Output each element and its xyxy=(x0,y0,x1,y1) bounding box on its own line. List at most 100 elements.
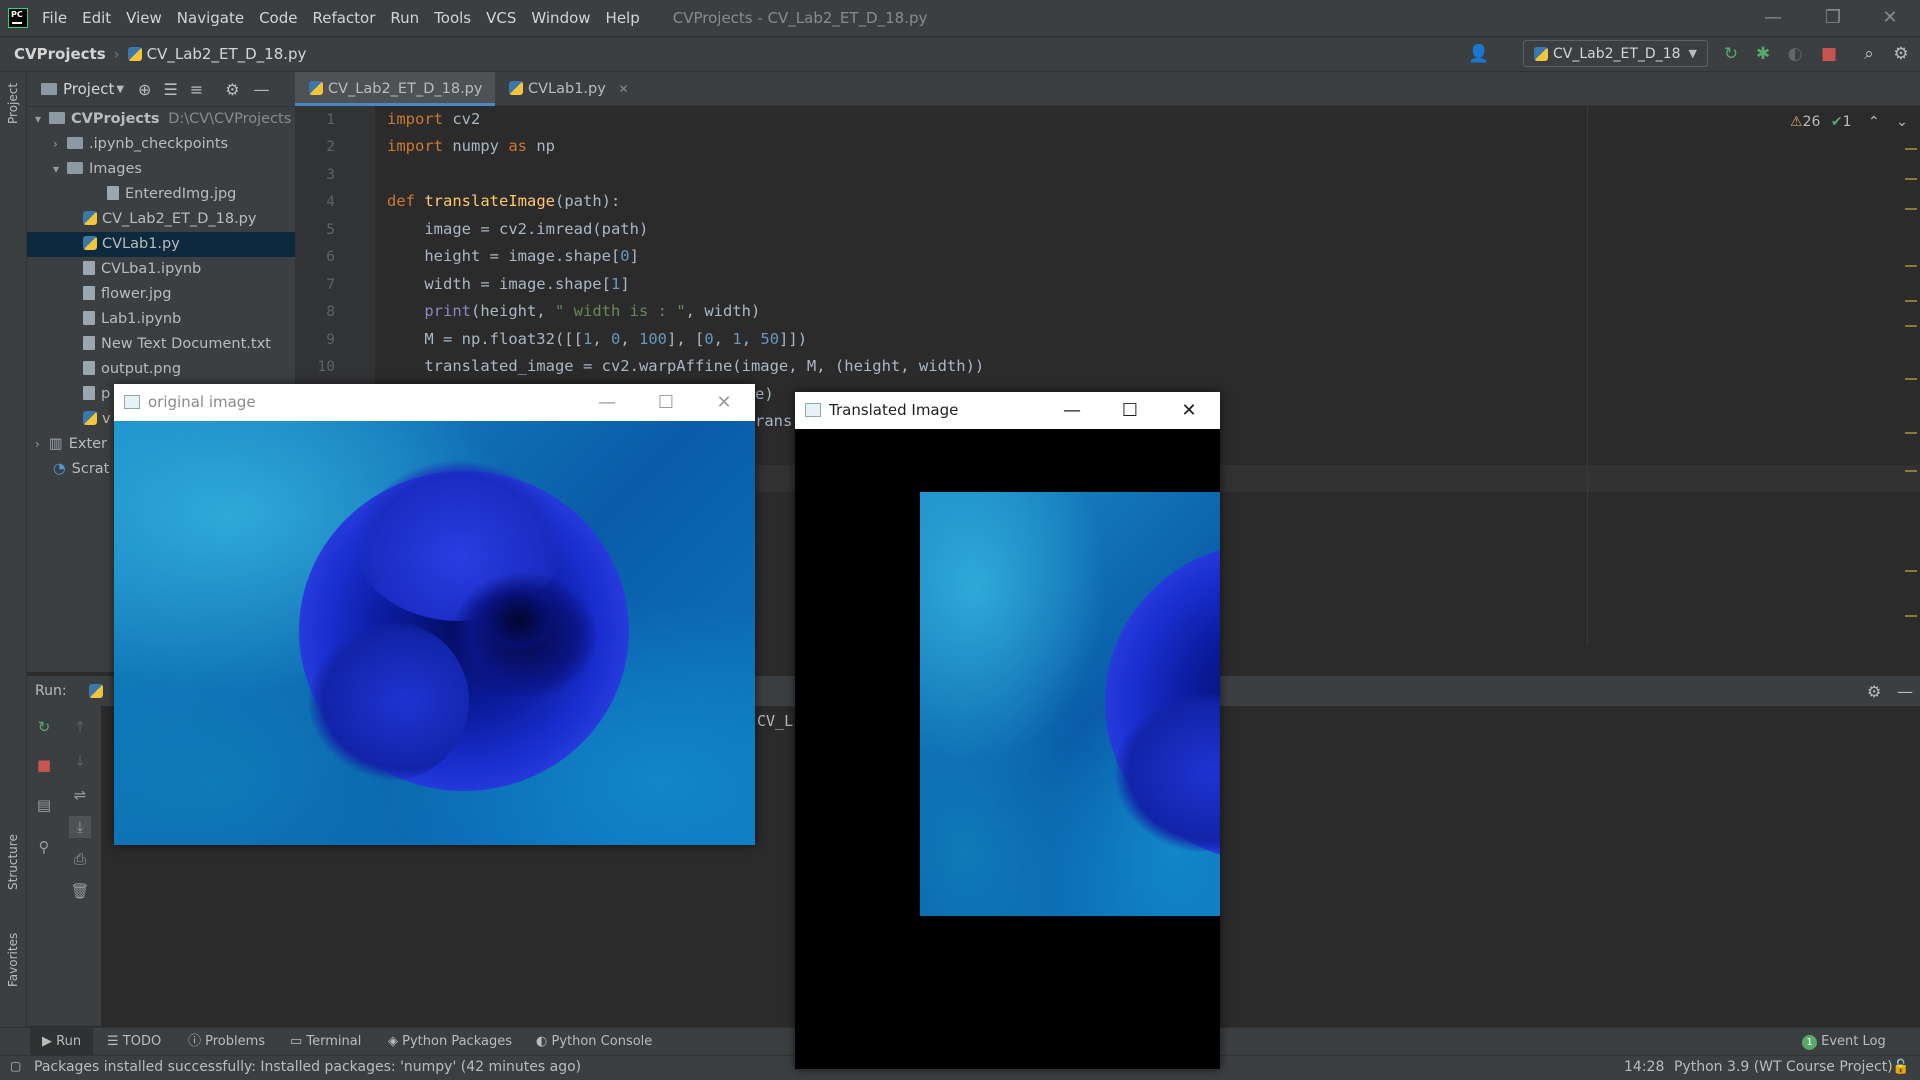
arrow-up-icon[interactable]: ↑ xyxy=(69,716,91,738)
close-button[interactable]: ✕ xyxy=(695,384,753,421)
tool-run[interactable]: ▶ Run xyxy=(30,1028,94,1056)
expand-all-icon[interactable]: ☰ xyxy=(163,80,177,99)
project-tool-tab[interactable]: Project xyxy=(6,83,20,124)
rerun-icon[interactable]: ↻ xyxy=(33,716,55,738)
code-line-7: width = image.shape[1] xyxy=(387,275,630,293)
error-stripe-mark[interactable] xyxy=(1905,432,1917,434)
print-icon[interactable]: ⎙ xyxy=(69,848,91,870)
error-stripe-mark[interactable] xyxy=(1905,265,1917,267)
tool-event-log[interactable]: 1 Event Log xyxy=(1802,1028,1886,1056)
error-stripe-mark[interactable] xyxy=(1905,378,1917,380)
error-stripe-mark[interactable] xyxy=(1905,325,1917,327)
chevron-down-icon[interactable]: ⌄ xyxy=(1896,114,1908,130)
menu-navigate[interactable]: Navigate xyxy=(177,9,244,27)
menu-file[interactable]: File xyxy=(42,9,67,27)
close-button[interactable]: ✕ xyxy=(1160,392,1218,429)
layout-icon[interactable]: ▤ xyxy=(33,794,55,816)
tab-cv-lab2[interactable]: CV_Lab2_ET_D_18.py ✕ xyxy=(295,72,495,130)
breadcrumb-file[interactable]: CV_Lab2_ET_D_18.py xyxy=(147,45,307,63)
menu-window[interactable]: Window xyxy=(531,9,590,27)
user-icon[interactable]: 👤 xyxy=(1468,43,1490,65)
hide-icon[interactable]: — xyxy=(1897,682,1913,701)
list-icon: ☰ xyxy=(107,1034,123,1049)
menu-run[interactable]: Run xyxy=(390,9,419,27)
maximize-button[interactable]: ☐ xyxy=(637,384,695,421)
rerun-icon[interactable]: ↻ xyxy=(1720,43,1742,65)
error-stripe-mark[interactable] xyxy=(1905,570,1917,572)
tool-label: TODO xyxy=(122,1034,162,1049)
gear-icon[interactable]: ⚙ xyxy=(1867,682,1881,701)
menu-vcs[interactable]: VCS xyxy=(486,9,516,27)
window-title-bar[interactable]: original image — ☐ ✕ xyxy=(114,384,755,421)
menu-refactor[interactable]: Refactor xyxy=(312,9,375,27)
tree-item[interactable]: › .ipynb_checkpoints xyxy=(27,132,321,157)
error-stripe-mark[interactable] xyxy=(1905,148,1917,150)
tool-todo[interactable]: ☰ TODO xyxy=(107,1028,161,1056)
restore-button[interactable]: ❐ xyxy=(1805,0,1861,36)
maximize-button[interactable]: ☐ xyxy=(1101,392,1159,429)
tab-cvlab1[interactable]: CVLab1.py ✕ xyxy=(495,72,649,106)
python-file-icon[interactable] xyxy=(88,684,103,698)
stop-icon[interactable]: ■ xyxy=(33,754,55,776)
lock-icon[interactable]: 🔓 xyxy=(1892,1059,1909,1075)
original-image-window[interactable]: original image — ☐ ✕ xyxy=(114,384,755,845)
stop-icon[interactable]: ■ xyxy=(1818,43,1840,65)
minimize-button[interactable]: — xyxy=(578,384,636,421)
error-stripe-mark[interactable] xyxy=(1905,300,1917,302)
tree-item[interactable]: ▾ Images xyxy=(27,157,321,182)
menu-code[interactable]: Code xyxy=(259,9,297,27)
error-stripe-mark[interactable] xyxy=(1905,178,1917,180)
menu-edit[interactable]: Edit xyxy=(82,9,111,27)
breadcrumb-project[interactable]: CVProjects xyxy=(14,45,106,63)
tool-python-packages[interactable]: ◈ Python Packages xyxy=(388,1028,512,1056)
gear-icon[interactable]: ⚙ xyxy=(225,80,239,99)
tree-item-label: CVLab1.py xyxy=(102,236,180,252)
error-stripe-mark[interactable] xyxy=(1905,615,1917,617)
project-panel-title[interactable]: Project xyxy=(63,80,114,98)
chevron-down-icon[interactable]: ▼ xyxy=(116,84,124,95)
trash-icon[interactable]: 🗑 xyxy=(69,880,91,902)
chevron-up-icon[interactable]: ⌃ xyxy=(1868,114,1880,130)
structure-tool-tab[interactable]: Structure xyxy=(6,834,20,890)
menu-view[interactable]: View xyxy=(126,9,162,27)
toggle-tool-windows-icon[interactable]: ▢ xyxy=(10,1059,21,1073)
favorites-tool-tab[interactable]: Favorites xyxy=(6,933,20,987)
interpreter-selector[interactable]: Python 3.9 (WT Course Project) xyxy=(1674,1059,1893,1075)
translated-image-window[interactable]: Translated Image — ☐ ✕ xyxy=(795,392,1220,1069)
tree-item-root[interactable]: ▾ CVProjects D:\CV\CVProjects xyxy=(27,107,303,132)
collapse-all-icon[interactable]: ≡ xyxy=(190,80,203,99)
warning-icon: ⚠ xyxy=(1790,114,1803,130)
error-stripe-mark[interactable] xyxy=(1905,208,1917,210)
minimize-button[interactable]: — xyxy=(1745,0,1801,36)
status-message[interactable]: Packages installed successfully: Install… xyxy=(34,1059,581,1075)
hide-icon[interactable]: — xyxy=(254,80,270,99)
coverage-icon[interactable]: ◐ xyxy=(1784,43,1806,65)
folder-icon xyxy=(67,137,83,149)
run-configuration-select[interactable]: CV_Lab2_ET_D_18 ▼ xyxy=(1523,40,1708,67)
caret-position[interactable]: 14:28 xyxy=(1624,1059,1664,1075)
settings-icon[interactable]: ⚙ xyxy=(1890,43,1912,65)
soft-wrap-icon[interactable]: ⇌ xyxy=(69,784,91,806)
window-title-bar[interactable]: Translated Image — ☐ ✕ xyxy=(795,392,1220,429)
close-tab-icon[interactable]: ✕ xyxy=(618,82,628,96)
close-button[interactable]: ✕ xyxy=(1862,0,1918,36)
inspection-widget[interactable]: ⚠26 ✔1 ⌃ ⌄ xyxy=(1790,114,1908,130)
notebook-file-icon xyxy=(83,311,95,325)
chevron-down-icon: ▾ xyxy=(53,162,60,176)
debug-icon[interactable]: ✱ xyxy=(1752,43,1774,65)
code-line-12-partial: rans xyxy=(755,412,793,430)
tool-problems[interactable]: ⓘ Problems xyxy=(188,1028,265,1056)
pin-icon[interactable]: ⚲ xyxy=(33,836,55,858)
minimize-button[interactable]: — xyxy=(1043,392,1101,429)
scroll-to-end-icon[interactable]: ⤓ xyxy=(69,816,91,838)
tree-item-label: flower.jpg xyxy=(101,286,172,302)
error-stripe-mark[interactable] xyxy=(1905,470,1917,472)
tool-terminal[interactable]: ▭ Terminal xyxy=(290,1028,361,1056)
search-icon[interactable]: ⌕ xyxy=(1858,43,1880,65)
chevron-right-icon: › xyxy=(53,137,58,151)
locate-icon[interactable]: ⊕ xyxy=(138,80,151,99)
tool-python-console[interactable]: ◐ Python Console xyxy=(536,1028,652,1056)
arrow-down-icon[interactable]: ↓ xyxy=(69,750,91,772)
menu-tools[interactable]: Tools xyxy=(434,9,471,27)
menu-help[interactable]: Help xyxy=(606,9,640,27)
